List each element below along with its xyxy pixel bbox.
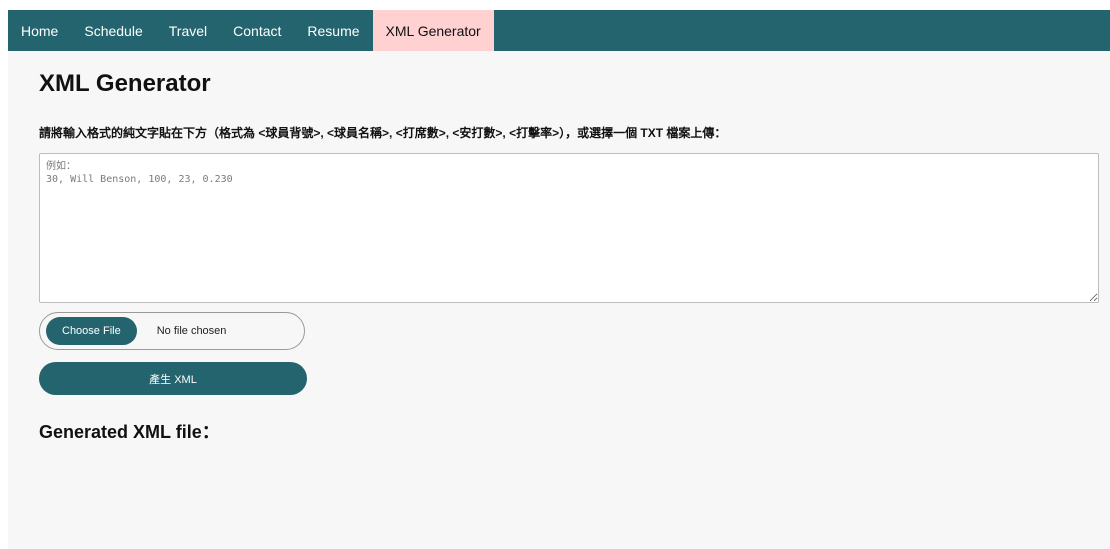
nav-item-xml-generator[interactable]: XML Generator: [372, 10, 494, 51]
generated-xml-heading: Generated XML file：: [39, 422, 220, 442]
nav-item-resume[interactable]: Resume: [294, 10, 372, 51]
top-navbar: Home Schedule Travel Contact Resume XML …: [8, 10, 1110, 51]
choose-file-button[interactable]: Choose File: [46, 317, 137, 345]
nav-item-home[interactable]: Home: [8, 10, 71, 51]
page-title: XML Generator: [39, 70, 211, 97]
nav-item-schedule[interactable]: Schedule: [71, 10, 155, 51]
generate-xml-button[interactable]: 產生 XML: [39, 362, 307, 395]
input-instructions: 請將輸入格式的純文字貼在下方（格式為 <球員背號>, <球員名稱>, <打席數>…: [39, 126, 727, 140]
file-status-text: No file chosen: [156, 325, 227, 337]
page-frame: Home Schedule Travel Contact Resume XML …: [8, 10, 1110, 549]
player-data-textarea[interactable]: [39, 153, 1099, 303]
nav-item-travel[interactable]: Travel: [156, 10, 220, 51]
nav-item-contact[interactable]: Contact: [220, 10, 294, 51]
file-upload-input[interactable]: Choose File No file chosen: [39, 312, 305, 350]
